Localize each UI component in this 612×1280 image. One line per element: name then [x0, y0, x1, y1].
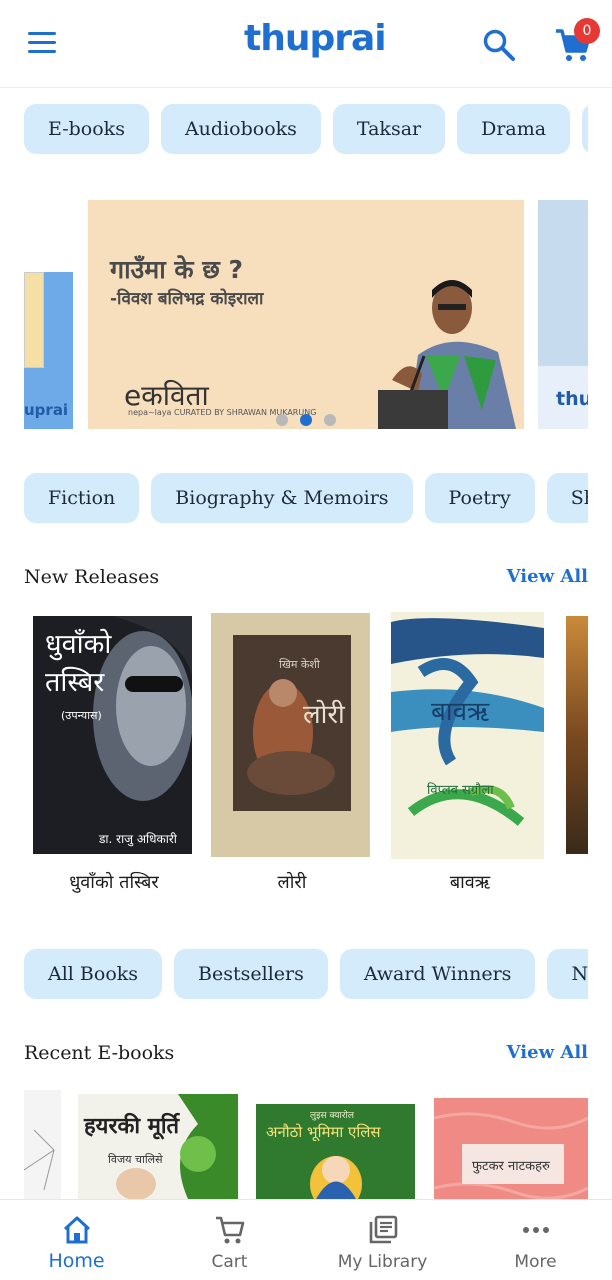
cover-author: विप्लव सग्रौला — [427, 783, 494, 798]
nav-home[interactable]: Home — [0, 1200, 153, 1280]
book-card[interactable]: धुवाँको तस्बिर (उपन्यास) डा. राजु अधिकार… — [24, 610, 204, 910]
genre-chip-row: FictionBiography & MemoirsPoetry Shor — [24, 473, 588, 525]
book-cover — [566, 616, 588, 854]
book-card[interactable]: फुटकर नाटकहरु — [434, 1088, 588, 1199]
cover-title: अनौठो भूमिमा एलिस — [266, 1123, 381, 1141]
speaker-photo — [378, 260, 524, 429]
book-card[interactable]: हयरकी मूर्ति विजय चालिसे — [78, 1088, 238, 1199]
cover-title: लोरी — [303, 700, 345, 730]
banner-peek-right[interactable]: thu — [538, 200, 588, 429]
banner-subtitle: -विवश बलिभद्र कोइराला — [110, 289, 264, 309]
banner-carousel[interactable]: uprai गाउँमा के छ ? -विवश बलिभद्र कोइराल… — [24, 200, 588, 430]
carousel-dots[interactable] — [276, 414, 346, 428]
cart-count-badge: 0 — [574, 18, 600, 44]
bottom-navigation: Home Cart My Library More — [0, 1199, 612, 1280]
book-cover: फुटकर नाटकहरु — [434, 1098, 588, 1199]
nav-more-label: More — [514, 1252, 557, 1272]
banner-peek-left-label: uprai — [24, 401, 69, 419]
carousel-dot[interactable] — [276, 414, 288, 426]
home-icon — [63, 1216, 91, 1244]
book-cover — [24, 1090, 61, 1199]
search-icon[interactable] — [482, 28, 516, 62]
new-releases-view-all[interactable]: View All — [507, 566, 588, 587]
banner-peek-right-label: thu — [556, 388, 588, 410]
nav-my-library-label: My Library — [337, 1252, 428, 1272]
nav-cart[interactable]: Cart — [153, 1200, 306, 1280]
book-card[interactable]: लोरी खिम केशी लोरी — [202, 610, 382, 910]
new-releases-list: धुवाँको तस्बिर (उपन्यास) डा. राजु अधिकार… — [24, 610, 588, 910]
carousel-dot[interactable] — [324, 414, 336, 426]
top-app-bar: thuprai 0 — [0, 0, 612, 88]
cart-icon — [216, 1216, 245, 1244]
menu-icon[interactable] — [28, 32, 58, 56]
cover-author: खिम केशी — [279, 658, 320, 671]
cover-author: लुइस क्यारोल — [310, 1111, 354, 1121]
nav-my-library[interactable]: My Library — [306, 1200, 459, 1280]
chip-all-books[interactable]: All Books — [24, 949, 163, 999]
book-cover: हयरकी मूर्ति विजय चालिसे — [78, 1094, 238, 1199]
cover-title: फुटकर नाटकहरु — [472, 1159, 550, 1174]
nav-more[interactable]: More — [459, 1200, 612, 1280]
chip-taksar[interactable]: Taksar — [332, 104, 446, 154]
book-thumbnail — [24, 272, 44, 368]
cover-title: हयरकी मूर्ति — [84, 1114, 180, 1139]
cover-title-line-2: तस्बिर — [45, 667, 105, 698]
app-logo[interactable]: thuprai — [244, 18, 387, 59]
cover-art — [391, 618, 544, 826]
book-cover: लुइस क्यारोल अनौठो भूमिमा एलिस — [256, 1104, 415, 1199]
recent-ebooks-view-all[interactable]: View All — [507, 1042, 588, 1063]
library-icon — [369, 1215, 398, 1244]
chip-ebooks[interactable]: E-books — [24, 104, 149, 154]
book-card[interactable]: बावऋ विप्लव सग्रौला बावऋ — [380, 610, 560, 910]
book-cover: बावऋ विप्लव सग्रौला — [391, 612, 544, 859]
new-releases-title: New Releases — [24, 566, 160, 588]
cover-author: विजय चालिसे — [108, 1153, 163, 1166]
cover-author: डा. राजु अधिकारी — [99, 832, 177, 846]
chip-audiobooks[interactable]: Audiobooks — [160, 104, 321, 154]
chip-poetry[interactable]: Poetry — [424, 473, 535, 523]
book-cover: धुवाँको तस्बिर (उपन्यास) डा. राजु अधिकार… — [33, 616, 192, 854]
chip-biography-memoirs[interactable]: Biography & Memoirs — [151, 473, 413, 523]
cover-title-line-1: धुवाँको — [45, 629, 112, 660]
chip-drama[interactable]: Drama — [457, 104, 571, 154]
book-title: धुवाँको तस्बिर — [69, 872, 159, 893]
banner-peek-left[interactable]: uprai — [24, 272, 73, 429]
book-cover: लोरी खिम केशी — [211, 613, 370, 857]
cover-art — [24, 1129, 55, 1191]
book-title: लोरी — [277, 872, 307, 893]
book-card-peek[interactable] — [24, 1088, 61, 1199]
carousel-dot-active[interactable] — [300, 414, 312, 426]
book-title: बावऋ — [449, 872, 491, 893]
nav-cart-label: Cart — [211, 1252, 248, 1272]
nav-home-label: Home — [48, 1250, 105, 1272]
banner-peek-panel — [538, 200, 588, 366]
cover-art — [233, 635, 351, 811]
recent-ebooks-list: हयरकी मूर्ति विजय चालिसे लुइस क्यारोल अन… — [24, 1088, 588, 1199]
cover-art — [434, 1112, 588, 1199]
cover-subtitle: (उपन्यास) — [61, 709, 102, 722]
banner-slide[interactable]: गाउँमा के छ ? -विवश बलिभद्र कोइराला eकवि… — [88, 200, 524, 429]
chip-peek[interactable] — [582, 104, 588, 154]
more-icon — [523, 1227, 549, 1233]
chip-bestsellers[interactable]: Bestsellers — [174, 949, 328, 999]
chip-award-winners[interactable]: Award Winners — [339, 949, 536, 999]
banner-title: गाउँमा के छ ? — [110, 255, 244, 284]
chip-fiction[interactable]: Fiction — [24, 473, 140, 523]
cover-title: बावऋ — [431, 697, 490, 727]
chip-new[interactable]: New — [547, 949, 588, 999]
book-card[interactable]: लुइस क्यारोल अनौठो भूमिमा एलिस — [256, 1088, 416, 1199]
collection-chip-row: All BooksBestsellersAward Winners New — [24, 949, 588, 1001]
recent-ebooks-title: Recent E-books — [24, 1042, 175, 1064]
format-chip-row: E-books Audiobooks Taksar Drama — [24, 104, 588, 156]
book-card-peek[interactable] — [566, 610, 588, 910]
chip-short[interactable]: Shor — [546, 473, 588, 523]
